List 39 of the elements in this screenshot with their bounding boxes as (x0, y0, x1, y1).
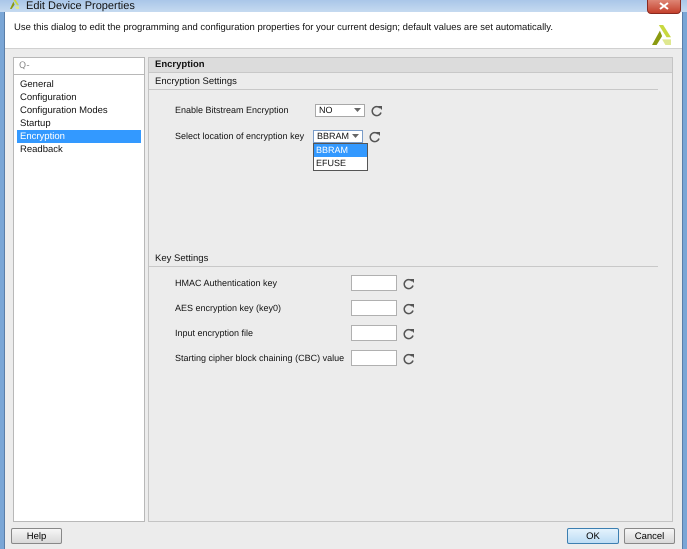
close-button[interactable] (647, 0, 681, 14)
section-title: Key Settings (149, 250, 658, 267)
dropdown[interactable]: NO (315, 104, 365, 116)
refresh-icon[interactable] (368, 130, 381, 142)
sidebar-item[interactable]: Readback (17, 143, 141, 156)
sidebar-item[interactable]: Configuration (17, 91, 141, 104)
input-field[interactable] (351, 300, 397, 316)
sidebar-item[interactable]: Configuration Modes (17, 104, 141, 117)
dialog-button[interactable]: Help (11, 528, 62, 544)
logo-icon (8, 0, 20, 10)
close-icon (659, 2, 669, 10)
sidebar-item[interactable]: Startup (17, 117, 141, 130)
panel-title: Encryption (149, 58, 672, 73)
caret-icon (354, 108, 361, 112)
field-label: Starting cipher block chaining (CBC) value (175, 353, 346, 363)
section-title: Encryption Settings (149, 73, 658, 90)
window-title: Edit Device Properties (26, 0, 135, 12)
caret-icon (352, 134, 359, 138)
logo-icon (650, 24, 672, 46)
dropdown[interactable]: BBRAM (313, 130, 363, 142)
refresh-icon[interactable] (402, 352, 415, 364)
field-label: HMAC Authentication key (175, 278, 278, 288)
field-label: Input encryption file (175, 328, 254, 338)
field-label: Enable Bitstream Encryption (175, 105, 290, 115)
dropdown-option[interactable]: EFUSE (314, 156, 367, 170)
refresh-icon[interactable] (370, 104, 383, 116)
sidebar-item[interactable]: General (17, 78, 141, 91)
search-field[interactable]: Q- (14, 58, 144, 75)
refresh-icon[interactable] (402, 302, 415, 314)
dialog-button[interactable]: Cancel (624, 528, 675, 544)
refresh-icon[interactable] (402, 276, 415, 290)
field-label: AES encryption key (key0) (175, 303, 282, 313)
input-field[interactable] (351, 325, 397, 341)
input-field[interactable] (351, 275, 397, 291)
refresh-icon[interactable] (402, 326, 415, 340)
field-label: Select location of encryption key (175, 131, 306, 141)
dialog-button[interactable]: OK (567, 528, 619, 544)
description-text: Use this dialog to edit the programming and configuration properties for your current design; default values are set automatically. (14, 22, 553, 33)
input-field[interactable] (351, 350, 397, 366)
